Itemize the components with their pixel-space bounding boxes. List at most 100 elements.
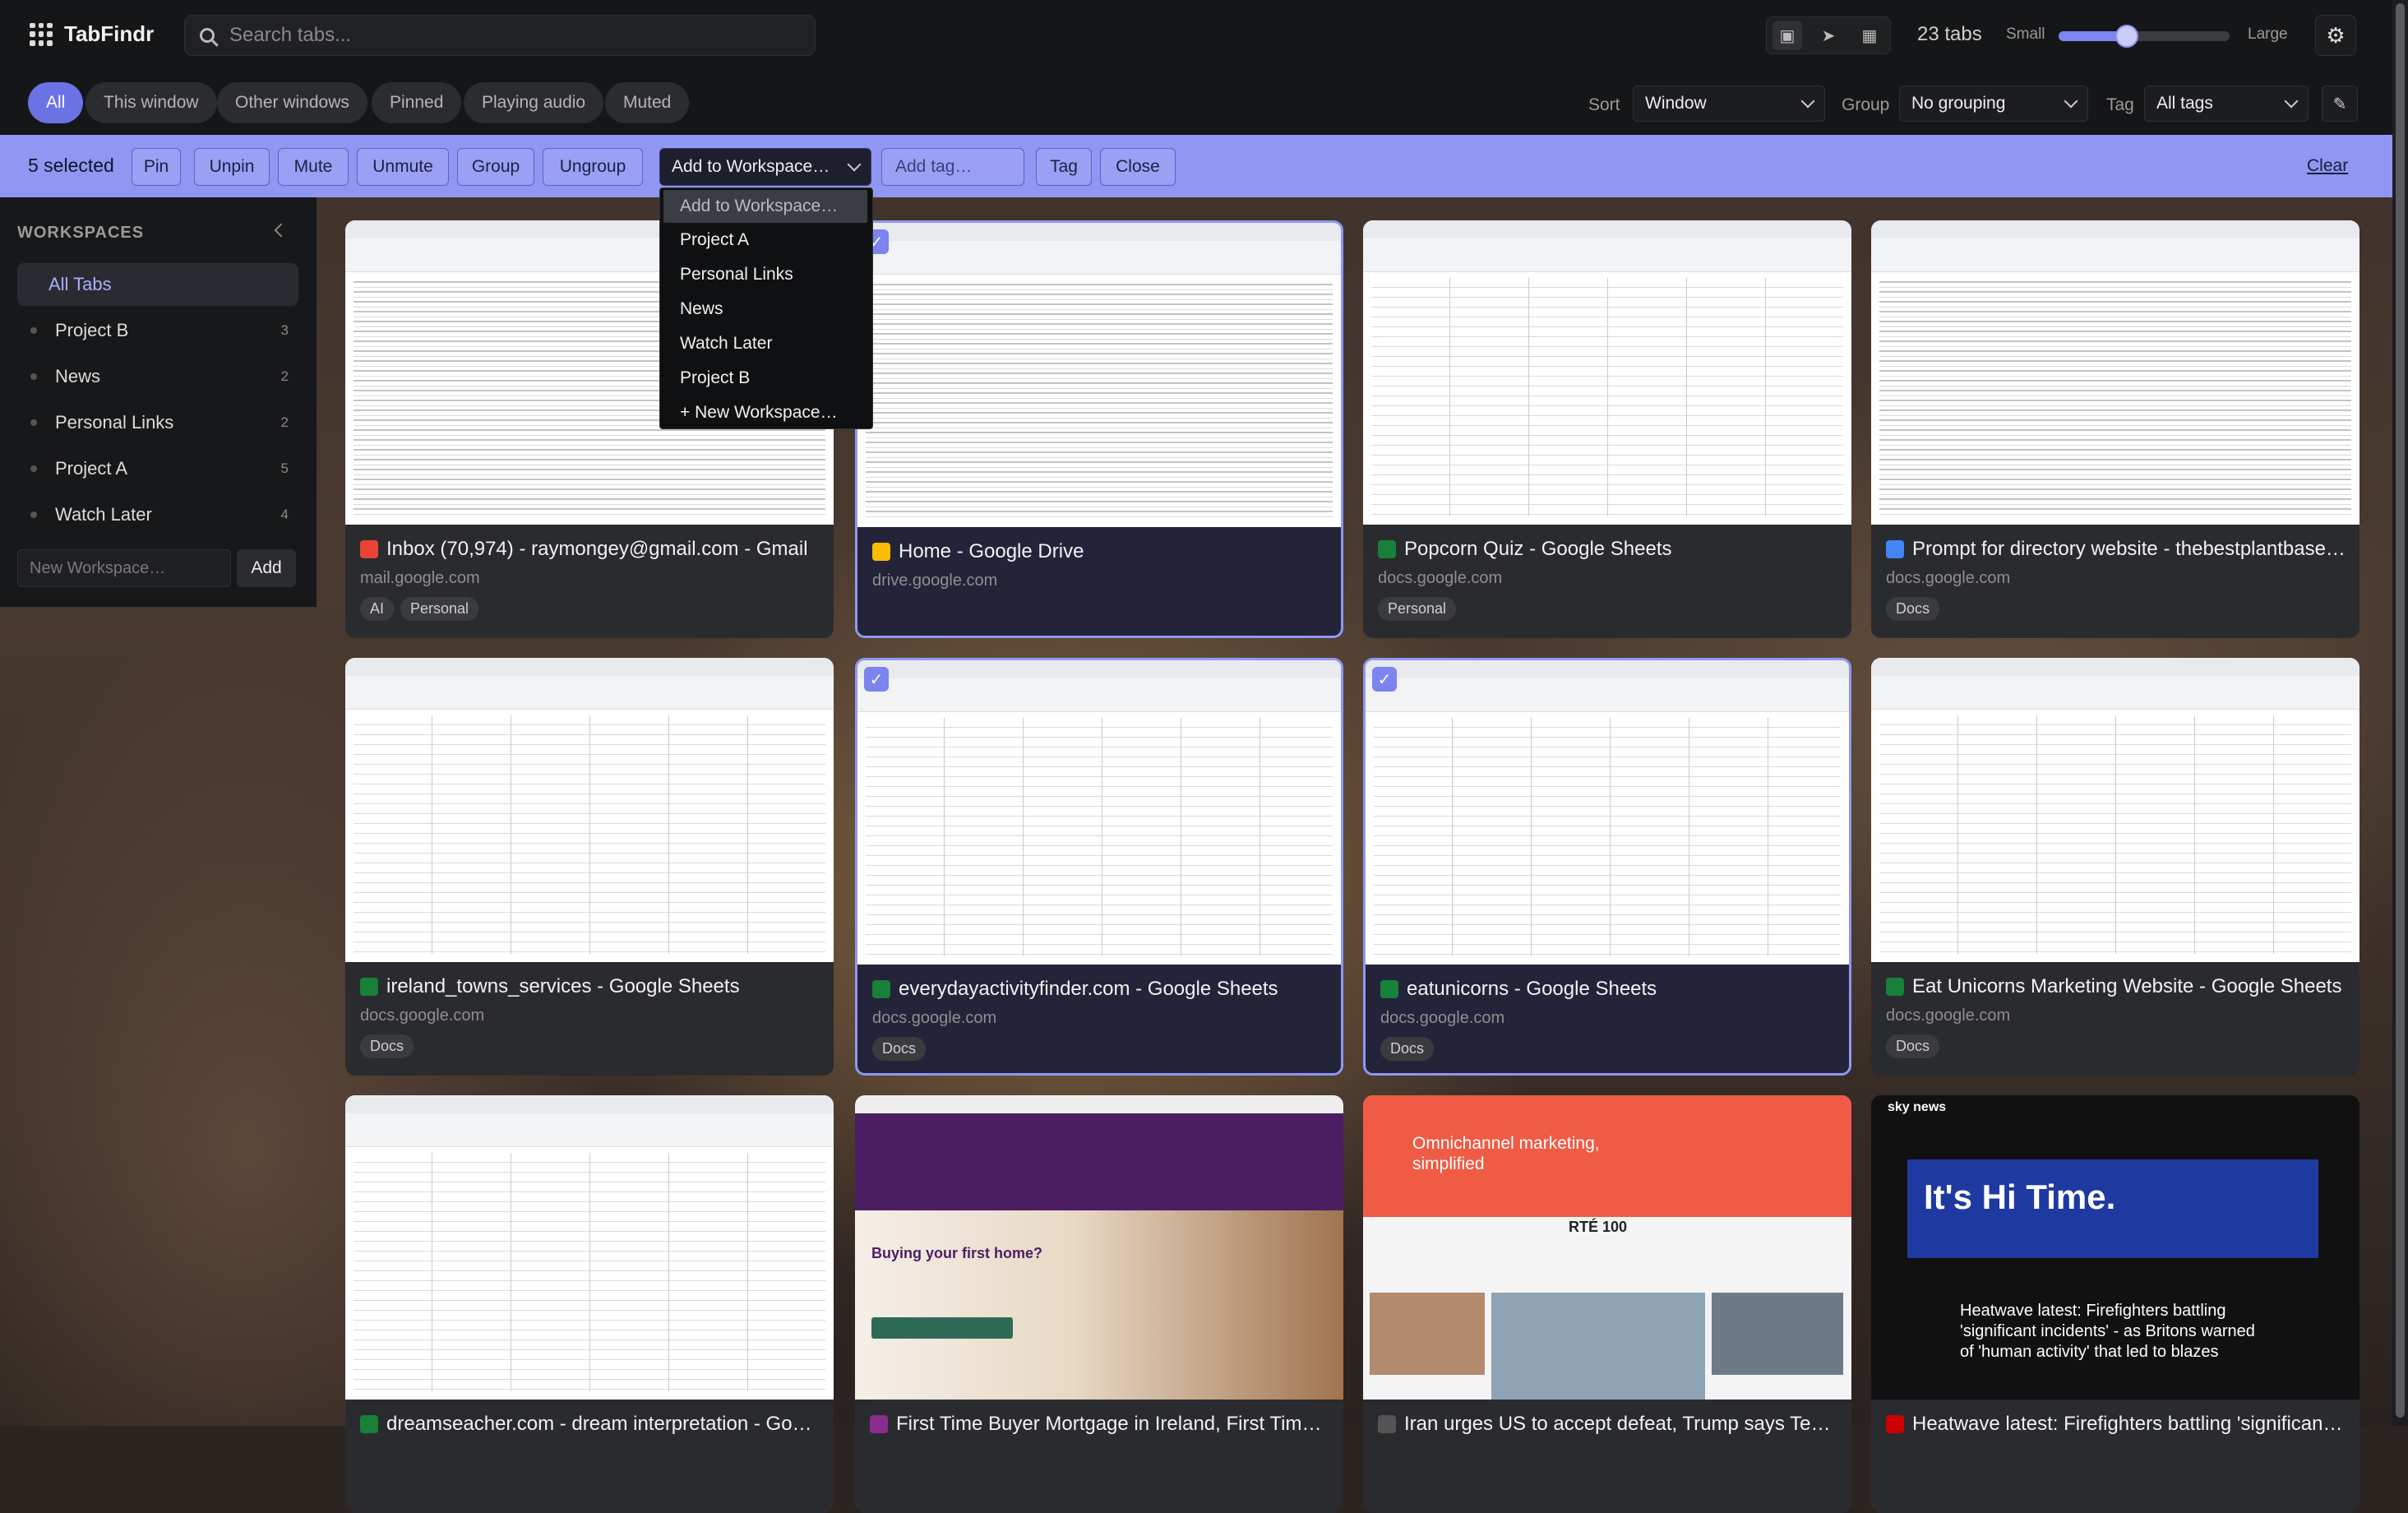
add-tag-input[interactable] bbox=[894, 156, 1020, 178]
add-workspace-button[interactable]: Add bbox=[237, 549, 296, 587]
tag-badge[interactable]: Docs bbox=[1886, 597, 1940, 621]
tag-button[interactable]: Tag bbox=[1036, 148, 1092, 186]
sidebar-item-news[interactable]: News 2 bbox=[17, 355, 298, 398]
sidebar-item-project-b[interactable]: Project B 3 bbox=[17, 309, 298, 352]
tab-card[interactable]: sky news It's Hi Time. Heatwave latest: Fi… bbox=[1871, 1095, 2359, 1513]
group-select[interactable]: No grouping bbox=[1899, 86, 2088, 122]
tab-domain: drive.google.com bbox=[872, 571, 998, 590]
sheets-icon bbox=[1378, 540, 1396, 558]
sidebar-item-personal-links[interactable]: Personal Links 2 bbox=[17, 401, 298, 444]
tab-card[interactable]: Eat Unicorns Marketing Website - Google … bbox=[1871, 658, 2359, 1076]
search-input[interactable] bbox=[228, 23, 807, 48]
drive-icon bbox=[872, 543, 890, 561]
group-button[interactable]: Group bbox=[457, 148, 534, 186]
grid-view-icon[interactable]: ▦ bbox=[1855, 21, 1884, 50]
dropdown-item-watch-later[interactable]: Watch Later bbox=[660, 327, 871, 360]
mute-button[interactable]: Mute bbox=[278, 148, 349, 186]
sky-icon bbox=[1886, 1415, 1904, 1433]
tab-title: Eat Unicorns Marketing Website - Google … bbox=[1886, 975, 2346, 998]
tab-card[interactable]: ✓ eatunicorns - Google Sheets docs.google.… bbox=[1363, 658, 1851, 1076]
sidebar-item-project-a[interactable]: Project A 5 bbox=[17, 447, 298, 490]
sheets-icon bbox=[872, 980, 890, 998]
tab-title: everydayactivityfinder.com - Google Shee… bbox=[872, 978, 1333, 1001]
tab-card[interactable]: Popcorn Quiz - Google Sheets docs.google.… bbox=[1363, 220, 1851, 638]
sheets-icon bbox=[360, 1415, 378, 1433]
tag-badge[interactable]: Docs bbox=[1380, 1037, 1435, 1061]
tag-filter-select[interactable]: All tags bbox=[2144, 86, 2309, 122]
tab-title-text: Home - Google Drive bbox=[899, 540, 1084, 562]
close-tabs-button[interactable]: Close bbox=[1100, 148, 1176, 186]
tab-card[interactable]: dreamseacher.com - dream interpretation … bbox=[345, 1095, 834, 1513]
add-to-workspace-select[interactable]: Add to Workspace… bbox=[659, 148, 871, 186]
filter-bar: All This window Other windows Pinned Pla… bbox=[0, 72, 2392, 135]
tab-card[interactable]: Omnichannel marketing, simplified RTÉ 100… bbox=[1363, 1095, 1851, 1513]
add-tag-field[interactable] bbox=[881, 148, 1024, 186]
tab-card[interactable]: ✓ everydayactivityfinder.com - Google She… bbox=[855, 658, 1343, 1076]
tab-tags: Docs bbox=[1886, 597, 1940, 621]
sort-label: Sort bbox=[1588, 95, 1620, 114]
pin-button[interactable]: Pin bbox=[132, 148, 181, 186]
tab-title-text: Eat Unicorns Marketing Website - Google … bbox=[1912, 975, 2342, 997]
add-to-workspace-value: Add to Workspace… bbox=[672, 157, 830, 176]
filter-chip-pinned[interactable]: Pinned bbox=[372, 82, 462, 123]
sidebar-item-watch-later[interactable]: Watch Later 4 bbox=[17, 493, 298, 536]
unpin-button[interactable]: Unpin bbox=[194, 148, 270, 186]
sidebar-item-label: All Tabs bbox=[49, 274, 112, 294]
tab-domain: docs.google.com bbox=[360, 1006, 485, 1025]
tag-badge[interactable]: Personal bbox=[1378, 597, 1457, 621]
tab-title-text: Iran urges US to accept defeat, Trump sa… bbox=[1404, 1413, 1838, 1435]
tab-title-text: dreamseacher.com - dream interpretation … bbox=[386, 1413, 820, 1435]
group-value: No grouping bbox=[1911, 94, 2006, 113]
scrollbar-thumb[interactable] bbox=[2396, 3, 2405, 1418]
sidebar-item-count: 3 bbox=[280, 322, 289, 338]
new-workspace-input[interactable] bbox=[28, 558, 229, 579]
tag-badge[interactable]: Docs bbox=[360, 1034, 414, 1058]
settings-gear-icon[interactable]: ⚙ bbox=[2315, 15, 2356, 56]
dropdown-item-project-a[interactable]: Project A bbox=[660, 224, 871, 257]
filter-chip-muted[interactable]: Muted bbox=[605, 82, 690, 123]
tag-badge[interactable]: Personal bbox=[400, 597, 479, 621]
size-slider[interactable] bbox=[2059, 25, 2230, 48]
tab-thumbnail bbox=[345, 658, 834, 962]
page-scrollbar[interactable] bbox=[2392, 0, 2408, 1426]
filter-chip-other-windows[interactable]: Other windows bbox=[217, 82, 367, 123]
thumbnail-view-icon[interactable]: ▣ bbox=[1772, 21, 1802, 50]
pointer-mode-icon[interactable]: ➤ bbox=[1814, 21, 1843, 50]
selected-count: 5 selected bbox=[28, 155, 114, 176]
edit-pencil-icon[interactable]: ✎ bbox=[2322, 86, 2358, 122]
sidebar-item-all-tabs[interactable]: All Tabs bbox=[17, 263, 298, 306]
tab-card[interactable]: Buying your first home? First Time Buyer … bbox=[855, 1095, 1343, 1513]
sidebar-item-label: Project A bbox=[55, 458, 128, 479]
sort-select[interactable]: Window bbox=[1633, 86, 1825, 122]
filter-chip-playing-audio[interactable]: Playing audio bbox=[464, 82, 604, 123]
size-slider-knob[interactable] bbox=[2115, 25, 2139, 48]
dropdown-item-add-to-workspace[interactable]: Add to Workspace… bbox=[663, 190, 867, 223]
tab-card[interactable]: ireland_towns_services - Google Sheets do… bbox=[345, 658, 834, 1076]
dropdown-item-new-workspace[interactable]: + New Workspace… bbox=[660, 396, 871, 429]
dropdown-item-news[interactable]: News bbox=[660, 293, 871, 326]
tab-thumbnail bbox=[345, 1095, 834, 1400]
selected-check-icon[interactable]: ✓ bbox=[864, 667, 889, 692]
ungroup-button[interactable]: Ungroup bbox=[543, 148, 643, 186]
clear-selection-link[interactable]: Clear bbox=[2307, 156, 2348, 176]
dropdown-item-personal-links[interactable]: Personal Links bbox=[660, 258, 871, 291]
new-workspace-field[interactable] bbox=[17, 549, 231, 587]
unmute-button[interactable]: Unmute bbox=[357, 148, 449, 186]
search-box[interactable] bbox=[184, 15, 816, 56]
tab-card[interactable]: Prompt for directory website - thebestpl… bbox=[1871, 220, 2359, 638]
tag-badge[interactable]: Docs bbox=[872, 1037, 927, 1061]
filter-chip-this-window[interactable]: This window bbox=[86, 82, 217, 123]
collapse-chevron-icon[interactable] bbox=[274, 223, 289, 238]
dropdown-item-project-b[interactable]: Project B bbox=[660, 362, 871, 395]
tag-badge[interactable]: AI bbox=[360, 597, 395, 621]
tag-badge[interactable]: Docs bbox=[1886, 1034, 1940, 1058]
dot-icon bbox=[30, 419, 37, 426]
sheets-icon bbox=[1380, 980, 1398, 998]
tab-card[interactable]: ✓ Home - Google Drive drive.google.com bbox=[855, 220, 1343, 638]
dot-icon bbox=[30, 465, 37, 472]
tag-filter-label: Tag bbox=[2106, 95, 2134, 114]
tab-title: Prompt for directory website - thebestpl… bbox=[1886, 538, 2346, 561]
filter-chip-all[interactable]: All bbox=[28, 82, 84, 123]
selected-check-icon[interactable]: ✓ bbox=[1372, 667, 1397, 692]
tab-title-text: Heatwave latest: Firefighters battling '… bbox=[1912, 1413, 2346, 1435]
